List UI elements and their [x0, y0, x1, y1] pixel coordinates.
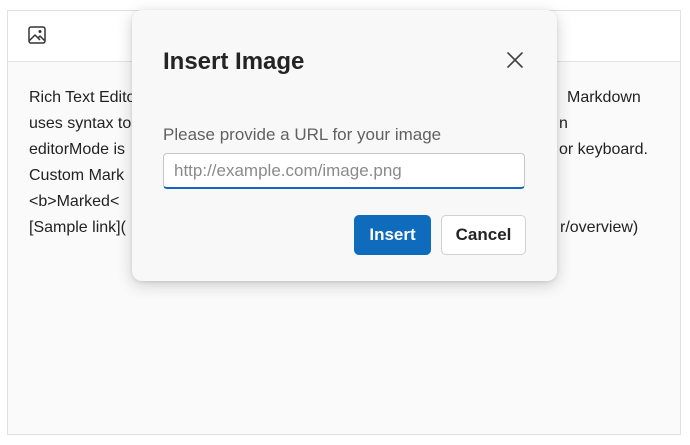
insert-image-toolbar-button[interactable]	[22, 23, 52, 51]
content-line: Custom Mark	[29, 167, 125, 184]
image-icon	[28, 25, 46, 49]
close-icon	[506, 51, 524, 74]
close-button[interactable]	[503, 50, 527, 74]
insert-button[interactable]: Insert	[354, 215, 431, 255]
content-line-tail: n	[559, 115, 568, 132]
content-line-tail: Markdown	[567, 89, 641, 106]
insert-image-dialog: Insert Image Please provide a URL for yo…	[132, 10, 557, 281]
content-line: [Sample link](	[29, 219, 126, 236]
cancel-button[interactable]: Cancel	[441, 215, 526, 255]
content-line: uses syntax to	[29, 115, 132, 132]
image-url-input[interactable]	[163, 153, 525, 189]
content-line-tail: r/overview)	[560, 219, 639, 236]
content-line: <b>Marked<	[29, 193, 120, 210]
content-line: editorMode is	[29, 141, 126, 158]
dialog-title: Insert Image	[163, 48, 305, 75]
content-line: Rich Text Edito	[29, 89, 136, 106]
content-line-tail: or keyboard.	[559, 141, 648, 158]
url-field-label: Please provide a URL for your image	[163, 125, 442, 144]
